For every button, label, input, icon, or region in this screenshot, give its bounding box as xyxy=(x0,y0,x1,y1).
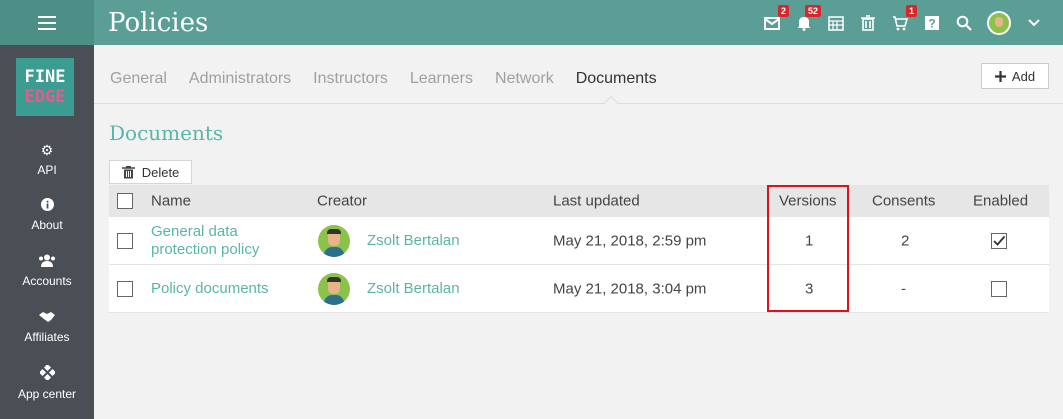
add-button[interactable]: Add xyxy=(981,63,1049,89)
logo[interactable]: FINE EDGE xyxy=(16,58,74,116)
consents-count: 2 xyxy=(901,232,910,249)
apps-icon xyxy=(38,363,56,383)
creator-link[interactable]: Zsolt Bertalan xyxy=(367,232,460,250)
menu-button[interactable] xyxy=(0,0,94,45)
svg-text:?: ? xyxy=(928,16,935,30)
gear-icon: ⚙ xyxy=(40,141,54,158)
document-name-line2: protection policy xyxy=(151,240,260,258)
messages-icon[interactable]: 2 xyxy=(763,4,789,32)
active-tab-indicator xyxy=(603,95,619,111)
sidebar-item-label: App center xyxy=(17,387,77,401)
add-button-label: Add xyxy=(1011,68,1036,84)
trash-icon xyxy=(121,165,135,178)
calendar-icon[interactable] xyxy=(827,14,845,32)
search-icon[interactable] xyxy=(955,14,973,32)
enabled-checkbox[interactable] xyxy=(991,280,1007,297)
enabled-checkbox[interactable] xyxy=(991,232,1007,249)
column-enabled[interactable]: Enabled xyxy=(973,193,1028,210)
page-title: Policies xyxy=(108,8,209,38)
plus-icon xyxy=(994,70,1006,82)
row-checkbox[interactable] xyxy=(117,280,133,297)
versions-count: 3 xyxy=(805,280,814,297)
info-icon xyxy=(40,198,54,214)
last-updated: May 21, 2018, 2:59 pm xyxy=(553,232,707,249)
tab-network[interactable]: Network xyxy=(495,70,554,88)
sidebar-item-label: Accounts xyxy=(22,274,72,288)
document-name-link[interactable]: Policy documents xyxy=(151,280,269,298)
trash-icon[interactable] xyxy=(859,14,877,32)
sidebar-item-accounts[interactable]: Accounts xyxy=(0,245,94,297)
notifications-badge: 52 xyxy=(804,4,821,17)
tab-instructors[interactable]: Instructors xyxy=(313,70,388,88)
document-name-line1: General data xyxy=(151,222,238,240)
sidebar-item-api[interactable]: ⚙ API xyxy=(0,133,94,185)
tab-general[interactable]: General xyxy=(110,70,167,88)
tab-learners[interactable]: Learners xyxy=(410,70,473,88)
section-title: Documents xyxy=(109,121,224,145)
creator-avatar xyxy=(318,224,350,257)
tab-divider xyxy=(94,103,1063,104)
top-bar: Policies 2 52 1 ? xyxy=(0,0,1063,45)
chevron-down-icon[interactable] xyxy=(1025,14,1043,32)
sidebar-item-label: About xyxy=(31,218,63,232)
last-updated: May 21, 2018, 3:04 pm xyxy=(553,280,707,297)
creator-link[interactable]: Zsolt Bertalan xyxy=(367,280,460,298)
versions-count: 1 xyxy=(805,232,814,249)
sidebar-item-label: API xyxy=(37,162,57,177)
column-name[interactable]: Name xyxy=(151,193,191,210)
cart-badge: 1 xyxy=(905,4,917,17)
checkmark-icon xyxy=(993,235,1006,246)
sidebar: FINE EDGE ⚙ API About Accounts Affiliate… xyxy=(0,45,94,419)
column-versions[interactable]: Versions xyxy=(779,193,837,210)
cart-icon[interactable]: 1 xyxy=(891,4,917,32)
notifications-icon[interactable]: 52 xyxy=(795,4,821,32)
document-name-link[interactable]: General data protection policy xyxy=(151,223,259,259)
sidebar-item-about[interactable]: About xyxy=(0,189,94,241)
sidebar-item-app-center[interactable]: App center xyxy=(0,357,94,409)
top-icons: 2 52 1 ? xyxy=(763,0,1043,45)
row-checkbox[interactable] xyxy=(117,232,133,249)
logo-line2: EDGE xyxy=(24,87,66,107)
hamburger-icon xyxy=(38,15,56,30)
sidebar-item-label: Affiliates xyxy=(24,330,70,344)
documents-table: Name Creator Last updated Versions Conse… xyxy=(109,185,1049,313)
consents-count: - xyxy=(901,280,906,297)
messages-badge: 2 xyxy=(777,4,789,17)
users-icon xyxy=(38,254,56,270)
handshake-icon xyxy=(38,310,56,326)
delete-button[interactable]: Delete xyxy=(109,160,192,184)
column-consents[interactable]: Consents xyxy=(872,193,935,210)
user-avatar[interactable] xyxy=(987,10,1011,35)
column-creator[interactable]: Creator xyxy=(317,193,367,210)
creator-avatar xyxy=(318,272,350,305)
select-all-checkbox[interactable] xyxy=(117,193,133,209)
table-row: Policy documents Zsolt Bertalan May 21, … xyxy=(109,265,1049,313)
table-row: General data protection policy Zsolt Ber… xyxy=(109,217,1049,265)
table-header: Name Creator Last updated Versions Conse… xyxy=(109,185,1049,217)
sidebar-item-affiliates[interactable]: Affiliates xyxy=(0,301,94,353)
tab-documents[interactable]: Documents xyxy=(576,70,657,88)
tab-bar: General Administrators Instructors Learn… xyxy=(110,70,657,88)
logo-line1: FINE xyxy=(24,67,66,87)
column-last-updated[interactable]: Last updated xyxy=(553,193,640,210)
help-icon[interactable]: ? xyxy=(923,14,941,32)
delete-button-label: Delete xyxy=(141,164,180,180)
tab-administrators[interactable]: Administrators xyxy=(189,70,291,88)
